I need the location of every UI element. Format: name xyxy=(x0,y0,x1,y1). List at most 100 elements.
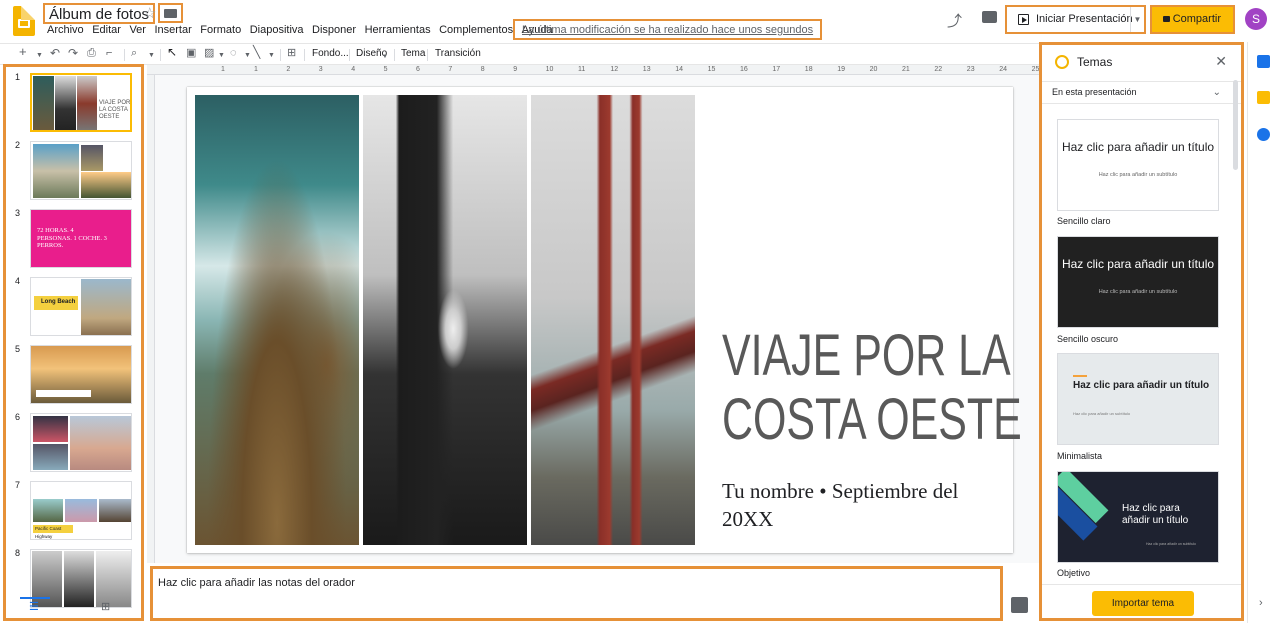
slides-logo-icon[interactable] xyxy=(13,6,35,36)
ocean-rocks-photo[interactable] xyxy=(195,95,359,545)
slide-thumbnail-3[interactable]: 72 HORAS. 4 PERSONAS. 1 COCHE. 3 PERROS. xyxy=(30,209,132,268)
background-button[interactable]: Fondo... xyxy=(312,47,349,61)
import-theme-button[interactable]: Importar tema xyxy=(1092,591,1194,616)
ruler-tick-label: 11 xyxy=(578,66,586,73)
ruler-tick-label: 15 xyxy=(707,66,716,73)
slide-thumbnail-7[interactable]: Pacific Coast Highway xyxy=(30,481,132,540)
document-title[interactable]: Álbum de fotos xyxy=(43,3,156,24)
slide-thumbnail-4[interactable]: Long Beach xyxy=(30,277,132,336)
present-dropdown-icon[interactable]: ▼ xyxy=(1130,7,1144,32)
menu-formato[interactable]: Formato xyxy=(200,24,241,37)
grid-view-icon[interactable]: ⊞ xyxy=(101,600,110,613)
chevron-down-icon[interactable]: ⌄ xyxy=(1213,87,1221,98)
avatar[interactable]: S xyxy=(1245,8,1267,30)
filmstrip-view-icon[interactable]: ☰ xyxy=(29,600,39,613)
slide-title[interactable]: VIAJE POR LA COSTA OESTE xyxy=(722,324,1022,452)
slide-thumbnail-6[interactable] xyxy=(30,413,132,472)
menu-archivo[interactable]: Archivo xyxy=(47,24,84,37)
theme-name: Sencillo oscuro xyxy=(1057,334,1119,344)
slide-thumbnail-2[interactable] xyxy=(30,141,132,200)
theme-preview-sencillo-claro[interactable]: Haz clic para añadir un título Haz clic … xyxy=(1057,119,1219,211)
undo-icon[interactable]: ↶ xyxy=(50,46,60,60)
share-label: Compartir xyxy=(1172,13,1221,25)
slide-thumbnail-1[interactable]: VIAJE POR LA COSTA OESTE xyxy=(30,73,132,132)
redo-icon[interactable]: ↷ xyxy=(68,46,78,60)
select-tool-icon[interactable]: ↖ xyxy=(167,45,177,59)
theme-button[interactable]: Tema xyxy=(401,47,425,61)
activity-trend-icon[interactable]: ⤴ xyxy=(947,10,962,31)
theme-preview-objetivo[interactable]: Haz clic para añadir un título Haz clic … xyxy=(1057,471,1219,563)
present-label: Iniciar Presentación xyxy=(1036,13,1133,25)
lock-icon xyxy=(1163,16,1170,22)
toolbar: + ▼ ↶ ↷ ⎙ ⌐ ⌕ ▼ ↖ ▣ ▨ ▼ ◌ ▼ ╲ ▼ ⊞ Fondo.… xyxy=(0,43,1040,65)
text-box-icon[interactable]: ▣ xyxy=(186,46,196,60)
theme-preview-minimalista[interactable]: Haz clic para añadir un título Haz clic … xyxy=(1057,353,1219,445)
explore-icon[interactable] xyxy=(1011,597,1028,613)
vertical-ruler[interactable] xyxy=(147,75,155,563)
menu-disponer[interactable]: Disponer xyxy=(312,24,356,37)
slide-number: 8 xyxy=(15,548,21,558)
thumbnail-title: 72 HORAS. 4 PERSONAS. 1 COCHE. 3 PERROS. xyxy=(37,227,107,249)
ruler-tick-label: 23 xyxy=(966,66,975,73)
theme-name: Minimalista xyxy=(1057,451,1103,461)
zoom-icon[interactable]: ⌕ xyxy=(131,46,137,60)
transition-button[interactable]: Transición xyxy=(435,47,481,61)
speaker-notes[interactable]: Haz clic para añadir las notas del orado… xyxy=(150,566,1003,621)
ruler-tick-label: 12 xyxy=(610,66,619,73)
slide-number: 2 xyxy=(15,140,21,150)
print-icon[interactable]: ⎙ xyxy=(87,46,96,60)
shape-dropdown-icon[interactable]: ▼ xyxy=(244,49,251,63)
menu-complementos[interactable]: Complementos xyxy=(439,24,513,37)
present-button[interactable]: Iniciar Presentación ▼ xyxy=(1005,5,1146,34)
ruler-tick-label: 1 xyxy=(221,66,225,73)
slide-number: 4 xyxy=(15,276,21,286)
expand-panel-icon[interactable]: › xyxy=(1259,597,1263,609)
image-icon[interactable]: ▨ xyxy=(204,46,214,60)
slide-number: 5 xyxy=(15,344,21,354)
keep-icon[interactable] xyxy=(1257,91,1270,104)
ruler-tick-label: 7 xyxy=(448,66,453,73)
layout-dropdown-icon[interactable]: ▼ xyxy=(382,50,388,64)
new-slide-dropdown-icon[interactable]: ▼ xyxy=(36,49,43,63)
themes-section-select[interactable]: En esta presentación xyxy=(1052,87,1137,97)
menu-editar[interactable]: Editar xyxy=(92,24,121,37)
person-legs-photo[interactable] xyxy=(363,95,527,545)
menu-ver[interactable]: Ver xyxy=(129,24,146,37)
new-slide-icon[interactable]: + xyxy=(19,45,27,59)
calendar-icon[interactable] xyxy=(1257,55,1270,68)
comments-icon[interactable] xyxy=(982,11,997,23)
slide-number: 6 xyxy=(15,412,21,422)
image-dropdown-icon[interactable]: ▼ xyxy=(218,49,225,63)
slide-filmstrip[interactable]: 1 VIAJE POR LA COSTA OESTE 2 3 72 HORAS.… xyxy=(3,64,144,621)
thumbnail-title: VIAJE POR LA COSTA OESTE xyxy=(99,100,131,120)
menu-bar: Archivo Editar Ver Insertar Formato Diap… xyxy=(47,24,561,37)
current-slide[interactable]: VIAJE POR LA COSTA OESTE Tu nombre • Sept… xyxy=(187,87,1022,553)
themes-panel: Temas ✕ En esta presentación ⌄ Haz clic … xyxy=(1039,42,1244,621)
slide-thumbnail-5[interactable] xyxy=(30,345,132,404)
line-dropdown-icon[interactable]: ▼ xyxy=(268,49,275,63)
shape-icon[interactable]: ◌ xyxy=(230,46,237,60)
zoom-dropdown-icon[interactable]: ▼ xyxy=(148,49,155,63)
slide-subtitle[interactable]: Tu nombre • Septiembre del 20XX xyxy=(722,477,1012,533)
close-icon[interactable]: ✕ xyxy=(1215,53,1227,70)
last-modified-link[interactable]: La última modificación se ha realizado h… xyxy=(513,19,823,40)
line-icon[interactable]: ╲ xyxy=(253,45,260,59)
themes-title: Temas xyxy=(1077,55,1113,69)
ruler-tick-label: 21 xyxy=(902,66,910,73)
ruler-tick-label: 9 xyxy=(513,66,518,73)
star-icon[interactable]: ☆ xyxy=(143,4,156,22)
menu-diapositiva[interactable]: Diapositiva xyxy=(250,24,304,37)
ruler-tick-label: 19 xyxy=(837,66,845,73)
add-comment-icon[interactable]: ⊞ xyxy=(287,46,296,60)
golden-gate-photo[interactable] xyxy=(531,95,695,545)
horizontal-ruler[interactable]: 1 1 2 3 4 5 6 7 8 9 10 11 12 13 14 15 16 17 18 19 20 21 22 23 24… xyxy=(147,65,1040,75)
menu-herramientas[interactable]: Herramientas xyxy=(365,24,431,37)
tasks-icon[interactable] xyxy=(1257,128,1270,141)
menu-insertar[interactable]: Insertar xyxy=(154,24,191,37)
paint-format-icon[interactable]: ⌐ xyxy=(106,46,112,60)
themes-scrollbar[interactable] xyxy=(1233,80,1238,170)
share-button[interactable]: Compartir xyxy=(1150,5,1235,34)
folder-icon xyxy=(164,9,177,18)
theme-preview-sencillo-oscuro[interactable]: Haz clic para añadir un título Haz clic … xyxy=(1057,236,1219,328)
move-to-folder-button[interactable] xyxy=(158,3,183,23)
